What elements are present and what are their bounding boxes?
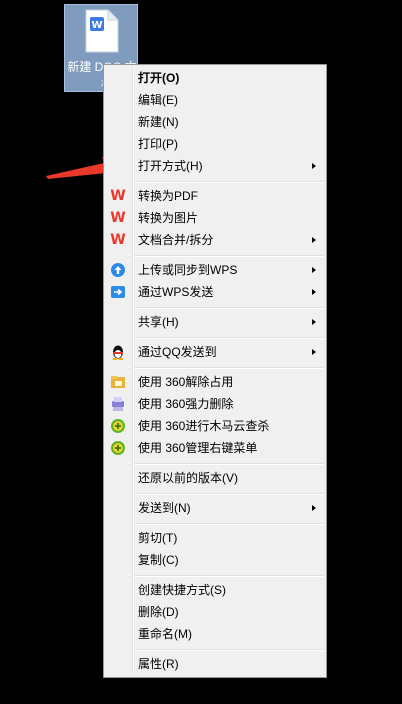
menu-item-label: 通过QQ发送到 xyxy=(138,345,217,359)
menu-item-360-force-delete[interactable]: 使用 360强力删除 xyxy=(106,393,324,415)
qq-penguin-icon xyxy=(112,345,124,360)
word-document-icon: W xyxy=(85,9,119,53)
submenu-arrow-icon xyxy=(312,289,316,295)
menu-separator xyxy=(134,367,324,369)
menu-item-label: 使用 360进行木马云查杀 xyxy=(138,419,270,433)
menu-item-label: 剪切(T) xyxy=(138,531,178,545)
menu-item-send-to[interactable]: 发送到(N) xyxy=(106,497,324,519)
360-shredder-icon xyxy=(112,397,124,411)
wps-send-icon xyxy=(111,286,125,298)
submenu-arrow-icon xyxy=(312,349,316,355)
menu-item-open-with[interactable]: 打开方式(H) xyxy=(106,155,324,177)
menu-separator xyxy=(134,463,324,465)
menu-item-label: 删除(D) xyxy=(138,605,179,619)
menu-item-new[interactable]: 新建(N) xyxy=(106,111,324,133)
submenu-arrow-icon xyxy=(312,163,316,169)
menu-item-merge-split[interactable]: W 文档合并/拆分 xyxy=(106,229,324,251)
menu-item-360-unlock[interactable]: 使用 360解除占用 xyxy=(106,371,324,393)
menu-item-convert-image[interactable]: W 转换为图片 xyxy=(106,207,324,229)
menu-item-label: 打开方式(H) xyxy=(138,159,203,173)
menu-item-label: 新建(N) xyxy=(138,115,179,129)
360-unlock-icon xyxy=(111,376,125,388)
menu-item-label: 重命名(M) xyxy=(138,627,192,641)
menu-item-360-scan[interactable]: 使用 360进行木马云查杀 xyxy=(106,415,324,437)
menu-item-create-shortcut[interactable]: 创建快捷方式(S) xyxy=(106,579,324,601)
menu-item-label: 使用 360强力删除 xyxy=(138,397,234,411)
menu-item-label: 文档合并/拆分 xyxy=(138,233,214,247)
menu-item-cut[interactable]: 剪切(T) xyxy=(106,527,324,549)
menu-item-label: 使用 360管理右键菜单 xyxy=(138,441,258,455)
menu-separator xyxy=(134,493,324,495)
menu-item-label: 编辑(E) xyxy=(138,93,178,107)
menu-item-properties[interactable]: 属性(R) xyxy=(106,653,324,675)
menu-item-label: 发送到(N) xyxy=(138,501,191,515)
menu-item-share[interactable]: 共享(H) xyxy=(106,311,324,333)
menu-item-delete[interactable]: 删除(D) xyxy=(106,601,324,623)
svg-text:W: W xyxy=(91,20,102,31)
menu-item-convert-pdf[interactable]: W 转换为PDF xyxy=(106,185,324,207)
wps-icon: W xyxy=(110,232,126,248)
cloud-upload-icon xyxy=(111,263,125,277)
context-menu: 打开(O) 编辑(E) 新建(N) 打印(P) 打开方式(H) W 转换为PDF… xyxy=(103,64,327,678)
menu-item-label: 转换为PDF xyxy=(138,189,199,203)
submenu-arrow-icon xyxy=(312,505,316,511)
menu-item-label: 复制(C) xyxy=(138,553,179,567)
menu-separator xyxy=(134,255,324,257)
menu-item-send-qq[interactable]: 通过QQ发送到 xyxy=(106,341,324,363)
menu-separator xyxy=(134,649,324,651)
menu-item-label: 打开(O) xyxy=(138,71,180,85)
menu-item-label: 共享(H) xyxy=(138,315,179,329)
submenu-arrow-icon xyxy=(312,319,316,325)
menu-item-copy[interactable]: 复制(C) xyxy=(106,549,324,571)
menu-separator xyxy=(134,337,324,339)
menu-item-label: 打印(P) xyxy=(138,137,178,151)
wps-icon: W xyxy=(110,210,126,226)
menu-item-label: 属性(R) xyxy=(138,657,179,671)
menu-item-label: 创建快捷方式(S) xyxy=(138,583,226,597)
menu-item-rename[interactable]: 重命名(M) xyxy=(106,623,324,645)
menu-separator xyxy=(134,307,324,309)
menu-separator xyxy=(134,181,324,183)
menu-item-edit[interactable]: 编辑(E) xyxy=(106,89,324,111)
360-guard-icon xyxy=(111,441,125,455)
submenu-arrow-icon xyxy=(312,267,316,273)
menu-item-label: 还原以前的版本(V) xyxy=(138,471,238,485)
menu-item-upload-wps[interactable]: 上传或同步到WPS xyxy=(106,259,324,281)
360-guard-icon xyxy=(111,419,125,433)
menu-item-label: 转换为图片 xyxy=(138,211,199,225)
wps-icon: W xyxy=(110,188,126,204)
menu-item-360-manage-menu[interactable]: 使用 360管理右键菜单 xyxy=(106,437,324,459)
menu-separator xyxy=(134,523,324,525)
menu-item-label: 使用 360解除占用 xyxy=(138,375,234,389)
menu-item-open[interactable]: 打开(O) xyxy=(106,67,324,89)
menu-item-label: 上传或同步到WPS xyxy=(138,263,238,277)
menu-separator xyxy=(134,575,324,577)
menu-item-label: 通过WPS发送 xyxy=(138,285,214,299)
menu-item-restore-versions[interactable]: 还原以前的版本(V) xyxy=(106,467,324,489)
menu-item-send-wps[interactable]: 通过WPS发送 xyxy=(106,281,324,303)
menu-item-print[interactable]: 打印(P) xyxy=(106,133,324,155)
submenu-arrow-icon xyxy=(312,237,316,243)
